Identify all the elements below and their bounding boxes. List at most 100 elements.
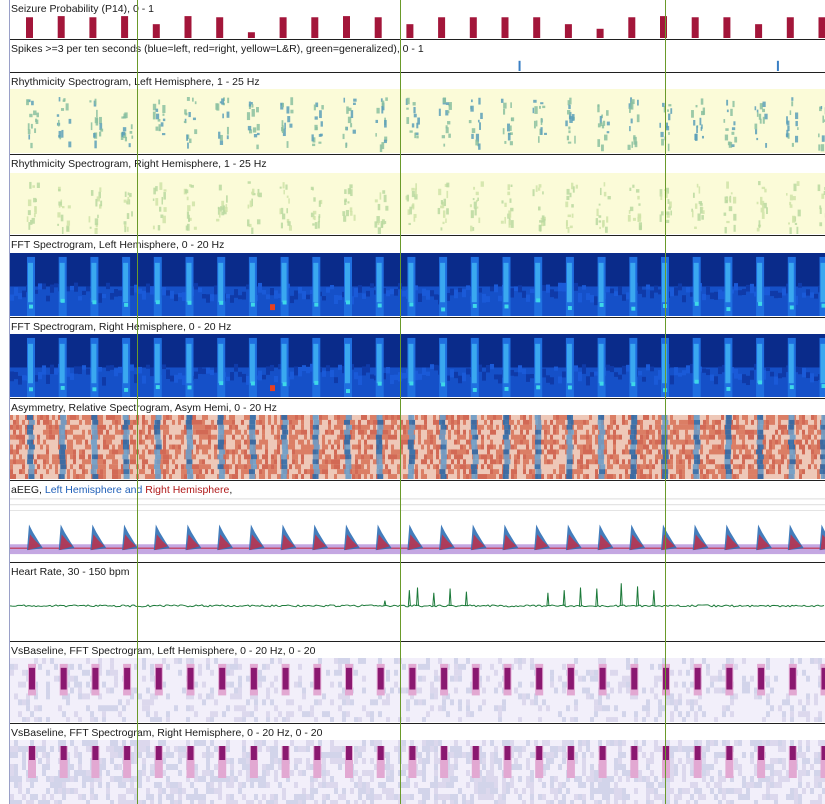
asymmetry-cell [490, 454, 493, 460]
seizure-probability-bar [89, 17, 97, 38]
asymmetry-cell [436, 429, 439, 435]
vsbaseline-cell [234, 717, 238, 722]
asymmetry-cell [517, 449, 520, 455]
vsbaseline-cell [94, 794, 98, 800]
asymmetry-cell [616, 459, 619, 465]
asymmetry-burst-cell [60, 464, 67, 470]
vsbaseline-cell [86, 776, 90, 782]
vsbaseline-cell [22, 764, 26, 770]
asymmetry-cell [748, 454, 751, 460]
spike-mark [776, 60, 779, 71]
fft-burst-core [249, 262, 255, 303]
rhythmicity-right-plot[interactable] [10, 173, 825, 234]
asymmetry-cell [718, 449, 721, 455]
aeeg-panel[interactable]: aEEG, Left Hemisphere and Right Hemisphe… [0, 481, 825, 563]
asymmetry-burst-cell [694, 439, 701, 445]
asymmetry-cell [202, 464, 205, 470]
heart-rate-plot[interactable] [10, 577, 825, 640]
fft-cell [686, 365, 690, 374]
asymmetry-panel[interactable]: Asymmetry, Relative Spectrogram, Asym He… [0, 399, 825, 481]
asymmetry-burst-cell [249, 439, 256, 445]
spikes-panel[interactable]: Spikes >=3 per ten seconds (blue=left, r… [0, 40, 825, 73]
vsbaseline-left-panel[interactable]: VsBaseline, FFT Spectrogram, Left Hemisp… [0, 642, 825, 724]
asymmetry-burst-cell [725, 424, 732, 430]
rhythmicity-cell [478, 143, 481, 150]
rhythmicity-cell [224, 207, 228, 213]
asymmetry-cell [739, 429, 742, 435]
asymmetry-cell [361, 469, 364, 475]
vsbaseline-cell [90, 788, 94, 794]
fft-cell [766, 366, 770, 371]
fft-burst-core [28, 262, 33, 303]
vsbaseline-cell [106, 687, 110, 694]
vsbaseline-cell [30, 711, 34, 718]
asymmetry-cell [481, 424, 484, 430]
vsbaseline-cell [262, 794, 266, 800]
asymmetry-burst-cell [788, 439, 795, 445]
rhythmicity-cell [507, 123, 510, 132]
rhythmicity-cell [385, 205, 389, 211]
vsbaseline-cell [206, 764, 210, 770]
vsbaseline-cell [202, 770, 206, 776]
rhythmicity-cell [567, 141, 572, 144]
rhythmicity-left-plot[interactable] [10, 89, 825, 153]
seizure-probability-panel[interactable]: Seizure Probability (P14), 0 - 1 [0, 0, 825, 40]
seizure-probability-plot[interactable] [10, 14, 825, 38]
vsbaseline-cell [158, 788, 162, 794]
vsbaseline-cell [126, 800, 130, 804]
aeeg-plot[interactable] [10, 495, 825, 561]
vsbaseline-cell [298, 794, 302, 800]
asymmetry-cell [88, 459, 91, 465]
asymmetry-plot[interactable] [10, 415, 825, 479]
asymmetry-cell [814, 419, 817, 425]
asymmetry-cell [769, 469, 772, 475]
spikes-plot[interactable] [10, 54, 825, 71]
fft-cell [810, 292, 814, 298]
rhythmicity-right-panel[interactable]: Rhythmicity Spectrogram, Right Hemispher… [0, 155, 825, 236]
vsbaseline-cell [142, 699, 146, 706]
asymmetry-cell [766, 424, 769, 430]
asymmetry-cell [166, 469, 169, 475]
asymmetry-cell [202, 459, 205, 465]
vsbaseline-cell [230, 663, 234, 670]
vsbaseline-cell [142, 658, 146, 664]
asymmetry-cell [274, 464, 277, 470]
asymmetry-cell [52, 459, 55, 465]
asymmetry-burst-cell [185, 454, 192, 460]
vsbaseline-cell [766, 699, 770, 706]
rhythmicity-left-panel[interactable]: Rhythmicity Spectrogram, Left Hemisphere… [0, 73, 825, 155]
vsbaseline-cell [238, 687, 242, 694]
vsbaseline-right-panel[interactable]: VsBaseline, FFT Spectrogram, Right Hemis… [0, 724, 825, 804]
fft-left-plot[interactable] [10, 253, 825, 316]
heart-rate-panel[interactable]: Heart Rate, 30 - 150 bpm [0, 563, 825, 642]
vsbaseline-cell [70, 675, 74, 682]
asymmetry-burst-cell [217, 415, 224, 420]
fft-left-panel[interactable]: FFT Spectrogram, Left Hemisphere, 0 - 20… [0, 236, 825, 318]
asymmetry-cell [511, 444, 514, 450]
asymmetry-cell [292, 444, 295, 450]
asymmetry-cell [205, 434, 208, 440]
rhythmicity-cell [227, 97, 230, 104]
vsbaseline-burst-core [631, 667, 638, 690]
rhythmicity-cell [218, 184, 222, 191]
fft-right-plot[interactable] [10, 334, 825, 397]
asymmetry-cell [754, 474, 757, 479]
asymmetry-cell [160, 464, 163, 470]
vsbaseline-right-plot[interactable] [10, 740, 825, 804]
asymmetry-cell [676, 464, 679, 470]
fft-right-panel[interactable]: FFT Spectrogram, Right Hemisphere, 0 - 2… [0, 318, 825, 399]
asymmetry-burst-cell [724, 459, 731, 465]
vsbaseline-left-plot[interactable] [10, 658, 825, 722]
vsbaseline-cell [234, 658, 238, 664]
vsbaseline-cell [670, 693, 674, 700]
rhythmicity-cell [375, 133, 377, 137]
asymmetry-cell [103, 469, 106, 475]
asymmetry-cell [391, 419, 394, 425]
rhythmicity-cell [541, 215, 545, 223]
rhythmicity-left-title: Rhythmicity Spectrogram, Left Hemisphere… [11, 76, 260, 88]
seizure-probability-bar [26, 17, 33, 38]
vsbaseline-cell [782, 699, 786, 706]
asymmetry-cell [715, 474, 718, 479]
asymmetry-cell [67, 469, 70, 475]
asymmetry-burst-cell [630, 444, 637, 450]
